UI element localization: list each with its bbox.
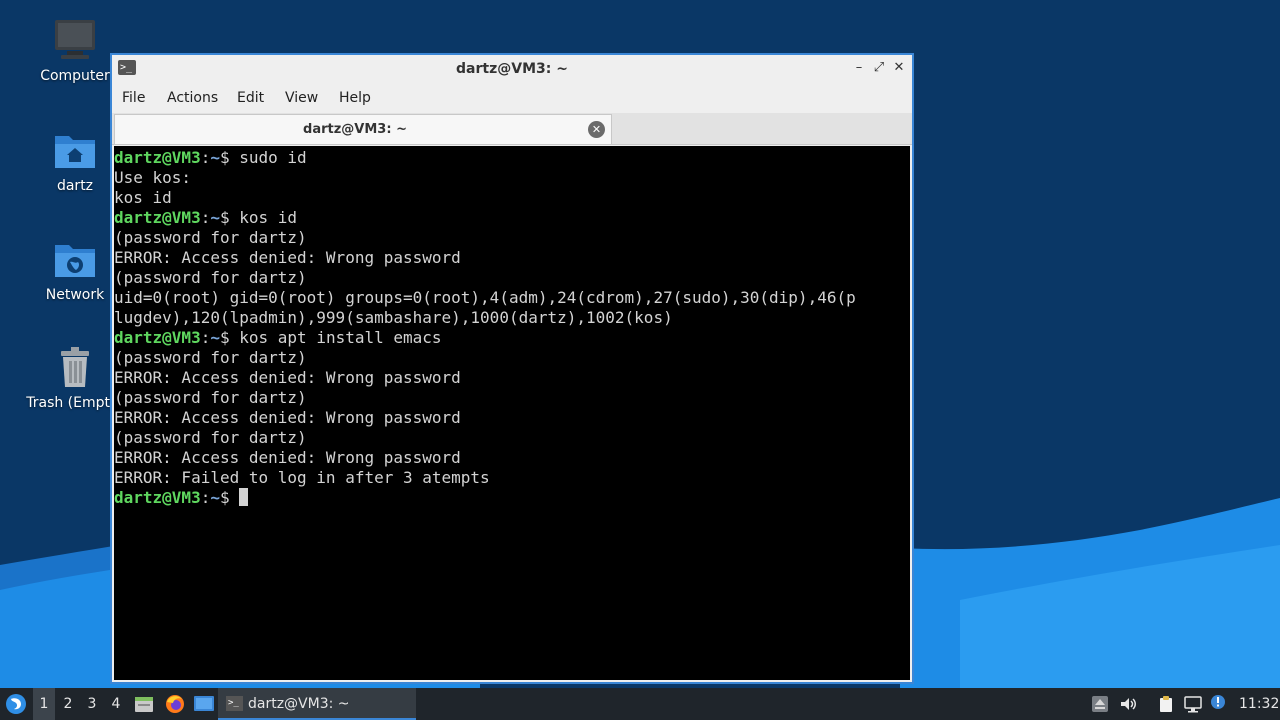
terminal-prompt-line: dartz@VM3:~$ kos apt install emacs <box>114 328 910 348</box>
workspace-1[interactable]: 1 <box>33 688 55 720</box>
tab-close-icon[interactable]: ✕ <box>588 121 605 138</box>
home-folder-icon <box>55 136 95 168</box>
window-title: dartz@VM3: ~ <box>456 61 568 77</box>
terminal-output-line: (password for dartz) <box>114 428 307 447</box>
terminal-command: kos id <box>239 208 298 227</box>
taskbar-window-button[interactable]: >_ dartz@VM3: ~ <box>218 688 416 720</box>
terminal-output-line: ERROR: Access denied: Wrong password <box>114 448 461 467</box>
close-button[interactable]: ✕ <box>890 59 908 77</box>
maximize-button[interactable]: ⤢ <box>870 59 888 77</box>
menu-view[interactable]: View <box>285 83 318 113</box>
prompt-path: ~ <box>210 148 220 167</box>
show-desktop-icon[interactable] <box>193 694 215 714</box>
prompt-separator: : <box>200 328 211 347</box>
minimize-button[interactable]: – <box>850 59 868 77</box>
eject-icon[interactable] <box>1091 695 1109 713</box>
volume-icon[interactable] <box>1119 695 1137 713</box>
prompt-symbol: $ <box>219 208 240 227</box>
tab-bar: dartz@VM3: ~ ✕ <box>112 113 912 145</box>
notification-icon[interactable] <box>1209 693 1227 711</box>
prompt-separator: : <box>200 488 211 507</box>
terminal-app-icon: >_ <box>226 696 243 711</box>
file-manager-icon[interactable] <box>134 694 154 714</box>
terminal-output-line: ERROR: Access denied: Wrong password <box>114 248 461 267</box>
desktop: Computer dartz Network Trash (Empty) >_ … <box>0 0 1280 688</box>
firefox-icon[interactable] <box>164 693 186 715</box>
prompt-user-host: dartz@VM3 <box>114 208 201 227</box>
terminal-output-line: (password for dartz) <box>114 268 307 287</box>
prompt-path: ~ <box>210 208 220 227</box>
menu-actions[interactable]: Actions <box>167 83 218 113</box>
terminal-output-line: (password for dartz) <box>114 348 307 367</box>
taskbar: 1 2 3 4 >_ dartz@VM3: ~ 11:32 <box>0 688 1280 720</box>
menu-help[interactable]: Help <box>339 83 371 113</box>
network-folder-icon <box>55 245 95 277</box>
prompt-symbol: $ <box>219 328 240 347</box>
menu-bar: File Actions Edit View Help <box>112 83 912 113</box>
terminal-output-line: kos id <box>114 188 172 207</box>
menu-edit[interactable]: Edit <box>237 83 264 113</box>
prompt-separator: : <box>200 148 211 167</box>
terminal-command: sudo id <box>239 148 307 167</box>
clipboard-icon[interactable] <box>1157 695 1175 713</box>
terminal-output-line: (password for dartz) <box>114 228 307 247</box>
terminal-output-line: lugdev),120(lpadmin),999(sambashare),100… <box>114 308 673 327</box>
prompt-user-host: dartz@VM3 <box>114 488 201 507</box>
prompt-symbol: $ <box>219 488 240 507</box>
tab-title: dartz@VM3: ~ <box>303 122 407 137</box>
window-titlebar[interactable]: >_ dartz@VM3: ~ – ⤢ ✕ <box>112 55 912 83</box>
workspace-3[interactable]: 3 <box>81 688 103 720</box>
workspace-4[interactable]: 4 <box>105 688 127 720</box>
terminal-command: kos apt install emacs <box>239 328 442 347</box>
computer-icon <box>55 20 95 59</box>
prompt-path: ~ <box>210 488 220 507</box>
terminal-prompt-line: dartz@VM3:~$ kos id <box>114 208 910 228</box>
terminal-prompt-line: dartz@VM3:~$ sudo id <box>114 148 910 168</box>
terminal-prompt-line: dartz@VM3:~$ <box>114 488 910 508</box>
terminal-output-line: uid=0(root) gid=0(root) groups=0(root),4… <box>114 288 856 307</box>
terminal-tab[interactable]: dartz@VM3: ~ ✕ <box>114 114 612 144</box>
terminal-window[interactable]: >_ dartz@VM3: ~ – ⤢ ✕ File Actions Edit … <box>110 53 914 684</box>
network-icon[interactable] <box>1184 695 1202 713</box>
prompt-user-host: dartz@VM3 <box>114 148 201 167</box>
prompt-user-host: dartz@VM3 <box>114 328 201 347</box>
terminal-output[interactable]: dartz@VM3:~$ sudo id Use kos: kos id dartz@… <box>114 146 910 680</box>
workspace-2[interactable]: 2 <box>57 688 79 720</box>
terminal-output-line: ERROR: Access denied: Wrong password <box>114 408 461 427</box>
start-menu-icon[interactable] <box>5 693 27 715</box>
menu-file[interactable]: File <box>122 83 145 113</box>
terminal-output-line: Use kos: <box>114 168 192 187</box>
prompt-path: ~ <box>210 328 220 347</box>
clock[interactable]: 11:32 <box>1239 688 1279 720</box>
terminal-output-line: ERROR: Failed to log in after 3 atempts <box>114 468 490 487</box>
prompt-symbol: $ <box>219 148 240 167</box>
terminal-output-line: ERROR: Access denied: Wrong password <box>114 368 461 387</box>
trash-icon <box>61 347 89 387</box>
taskbar-window-label: dartz@VM3: ~ <box>248 696 350 712</box>
prompt-separator: : <box>200 208 211 227</box>
terminal-output-line: (password for dartz) <box>114 388 307 407</box>
terminal-cursor <box>239 488 249 506</box>
